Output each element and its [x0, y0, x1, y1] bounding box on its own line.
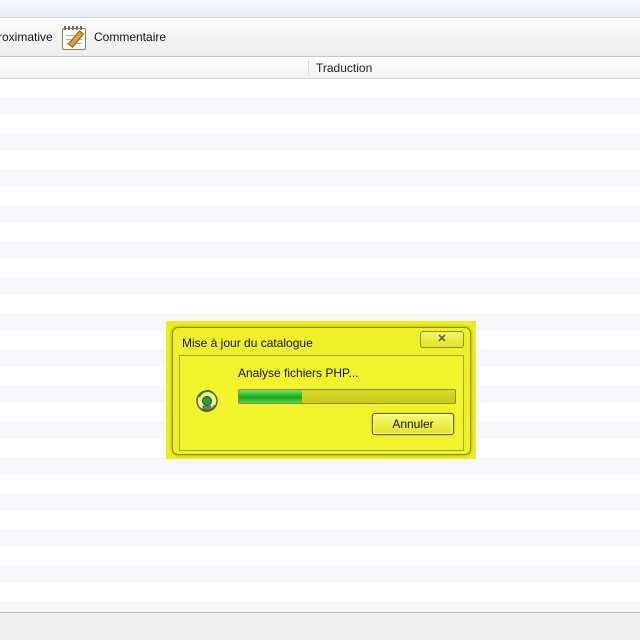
toolbar-approximative-button[interactable]: roximative	[0, 22, 53, 52]
title-bar	[0, 0, 640, 18]
cancel-button[interactable]: Annuler	[372, 413, 454, 435]
dialog-close-button[interactable]: ✕	[420, 331, 464, 348]
progress-bar	[238, 389, 456, 404]
notepad-pencil-icon	[60, 24, 88, 50]
dialog-content: Analyse fichiers PHP... Annuler	[179, 355, 464, 451]
toolbar-approximative-label: roximative	[0, 30, 53, 44]
close-icon: ✕	[437, 333, 447, 345]
catalog-update-icon	[194, 388, 220, 414]
update-catalog-dialog: Mise à jour du catalogue ✕ Analyse fichi…	[172, 327, 471, 455]
app-window: roximative Commentaire Traduction Mise à…	[0, 0, 640, 640]
dialog-title: Mise à jour du catalogue	[182, 336, 313, 350]
list-header: Traduction	[0, 57, 640, 79]
progress-bar-fill	[239, 390, 302, 403]
progress-message: Analyse fichiers PHP...	[238, 366, 359, 380]
column-header-traduction[interactable]: Traduction	[316, 61, 372, 75]
toolbar: roximative Commentaire	[0, 18, 640, 57]
toolbar-comment-label: Commentaire	[94, 30, 167, 44]
status-bar	[0, 612, 640, 640]
column-divider[interactable]	[308, 59, 309, 76]
toolbar-comment-button[interactable]: Commentaire	[60, 22, 166, 52]
